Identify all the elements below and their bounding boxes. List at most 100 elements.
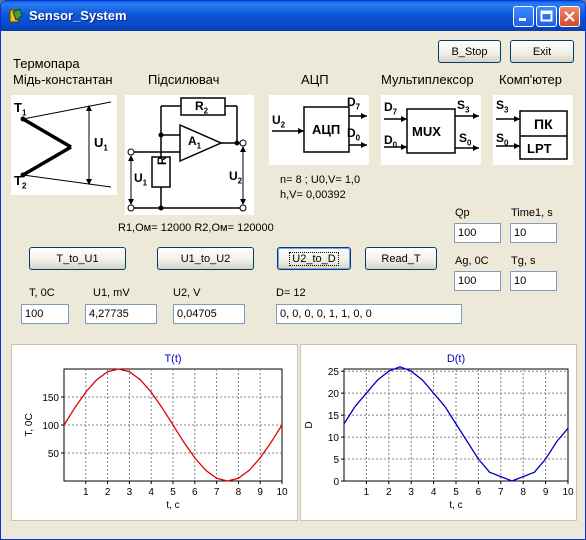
- adc-in-sub: 2: [280, 120, 286, 130]
- x-tick-label: 3: [408, 487, 414, 498]
- d-reading-input[interactable]: [276, 304, 462, 324]
- u1-amp-label: U: [134, 171, 143, 185]
- y-tick-label: 100: [42, 421, 59, 432]
- minimize-button[interactable]: [513, 6, 534, 27]
- u2-to-d-button[interactable]: U2_to_D: [277, 247, 351, 270]
- adc-params-1: n= 8 ; U0,V= 1,0: [280, 174, 361, 186]
- mux-d7-label: D: [384, 100, 393, 114]
- x-tick-label: 6: [476, 487, 482, 498]
- mux-d0-sub: 0: [392, 140, 398, 150]
- s3-sub: 3: [465, 105, 470, 115]
- d0-label: D: [347, 126, 356, 140]
- mux-panel: D7 D0 MUX S3 S0: [381, 95, 481, 165]
- s3-label: S: [457, 98, 466, 112]
- u1-sub: 1: [103, 143, 108, 153]
- exit-button[interactable]: Exit: [510, 40, 574, 63]
- u1-reading-input[interactable]: [85, 304, 157, 324]
- ag-input[interactable]: [454, 271, 501, 291]
- t-reading-input[interactable]: [21, 304, 69, 324]
- chart-title: D(t): [447, 353, 465, 365]
- x-tick-label: 2: [105, 487, 111, 498]
- time1-input[interactable]: [510, 223, 557, 243]
- mux-d0-label: D: [384, 133, 393, 147]
- pc-s0-label: S: [496, 131, 505, 145]
- d7-label: D: [347, 95, 356, 109]
- d-chart-panel: D(t) 1 2 3 4 5 6 7 8 9 10 0 5 10 15 20 25 t, c D: [300, 344, 577, 521]
- lpt-label: LPT: [527, 141, 552, 156]
- x-tick-label: 2: [386, 487, 392, 498]
- u2-reading-input[interactable]: [173, 304, 245, 324]
- close-icon: [564, 11, 575, 22]
- computer-title: Комп'ютер: [499, 72, 562, 87]
- u1-to-u2-button[interactable]: U1_to_U2: [157, 247, 254, 270]
- r2-label: R: [195, 99, 204, 113]
- tg-input[interactable]: [510, 271, 557, 291]
- close-button[interactable]: [559, 6, 580, 27]
- a1-sub: 1: [196, 141, 202, 151]
- x-tick-label: 9: [543, 487, 549, 498]
- x-tick-label: 8: [236, 487, 242, 498]
- adc-panel: U2 АЦП D7 D0: [269, 95, 369, 165]
- x-tick-label: 4: [148, 487, 154, 498]
- x-tick-label: 4: [431, 487, 437, 498]
- pc-s3-sub: 3: [504, 105, 509, 115]
- amplifier-title: Підсилювач: [148, 72, 220, 87]
- y-tick-label: 10: [328, 433, 340, 444]
- window-title: Sensor_System: [29, 8, 127, 23]
- adc-in-label: U: [272, 113, 281, 127]
- t-chart: T(t) 1 2 3 4 5 6 7 8 9 10 50 100 150 t, c T, 0C: [24, 353, 288, 511]
- main-window: Sensor_System B_Stop Exit Термопара Мідь…: [0, 0, 586, 540]
- x-tick-label: 6: [192, 487, 198, 498]
- t2-sub: 2: [21, 181, 27, 191]
- d7-sub: 7: [355, 102, 361, 112]
- t2-label: T: [14, 173, 22, 188]
- x-tick-label: 7: [498, 487, 504, 498]
- time1-label: Time1, s: [511, 207, 553, 219]
- thermocouple-title-1: Термопара: [13, 56, 80, 71]
- mux-d7-sub: 7: [392, 107, 398, 117]
- y-tick-label: 150: [42, 393, 59, 404]
- title-bar[interactable]: Sensor_System: [1, 1, 585, 31]
- tg-label: Tg, s: [511, 255, 536, 267]
- r1-label: R: [155, 156, 169, 165]
- t1-label: T: [14, 100, 22, 115]
- x-tick-label: 5: [170, 487, 176, 498]
- x-tick-label: 8: [520, 487, 526, 498]
- adc-title: АЦП: [301, 72, 329, 87]
- maximize-button[interactable]: [536, 6, 557, 27]
- thermocouple-panel: T1 T2 U1: [11, 95, 117, 195]
- read-t-button[interactable]: Read_T: [365, 247, 437, 270]
- x-tick-label: 1: [83, 487, 89, 498]
- b-stop-button[interactable]: B_Stop: [438, 40, 501, 63]
- a1-label: A: [188, 134, 197, 148]
- s0-label: S: [459, 131, 468, 145]
- x-tick-label: 7: [214, 487, 220, 498]
- x-tick-label: 1: [364, 487, 370, 498]
- qp-input[interactable]: [454, 223, 501, 243]
- y-tick-label: 25: [328, 367, 340, 378]
- x-tick-label: 3: [127, 487, 133, 498]
- y-axis-label: D: [304, 421, 315, 428]
- t-to-u1-button[interactable]: T_to_U1: [29, 247, 126, 270]
- adc-params-2: h,V= 0,00392: [280, 189, 346, 201]
- thermocouple-title-2: Мідь-константан: [13, 72, 113, 87]
- qp-label: Qp: [455, 207, 470, 219]
- u2-label: U: [229, 169, 238, 183]
- y-tick-label: 5: [333, 455, 339, 466]
- d-chart: D(t) 1 2 3 4 5 6 7 8 9 10 0 5 10 15 20 25 t, c D: [304, 353, 574, 511]
- mux-title: Мультиплексор: [381, 72, 474, 87]
- minimize-icon: [519, 18, 526, 21]
- maximize-icon: [540, 10, 553, 22]
- x-tick-label: 10: [562, 487, 574, 498]
- ag-label: Ag, 0C: [455, 255, 489, 267]
- u1-amp-sub: 1: [142, 178, 148, 188]
- resistor-values: R1,Ом= 12000 R2,Ом= 120000: [118, 222, 274, 234]
- x-axis-label: t, c: [166, 500, 179, 511]
- chart-title: T(t): [164, 353, 181, 365]
- x-tick-label: 10: [276, 487, 288, 498]
- y-tick-label: 50: [48, 449, 60, 460]
- pc-s3-label: S: [496, 98, 505, 112]
- y-tick-label: 20: [328, 389, 340, 400]
- app-icon: [9, 8, 23, 23]
- t-chart-panel: T(t) 1 2 3 4 5 6 7 8 9 10 50 100 150 t, c T, 0C: [11, 344, 298, 521]
